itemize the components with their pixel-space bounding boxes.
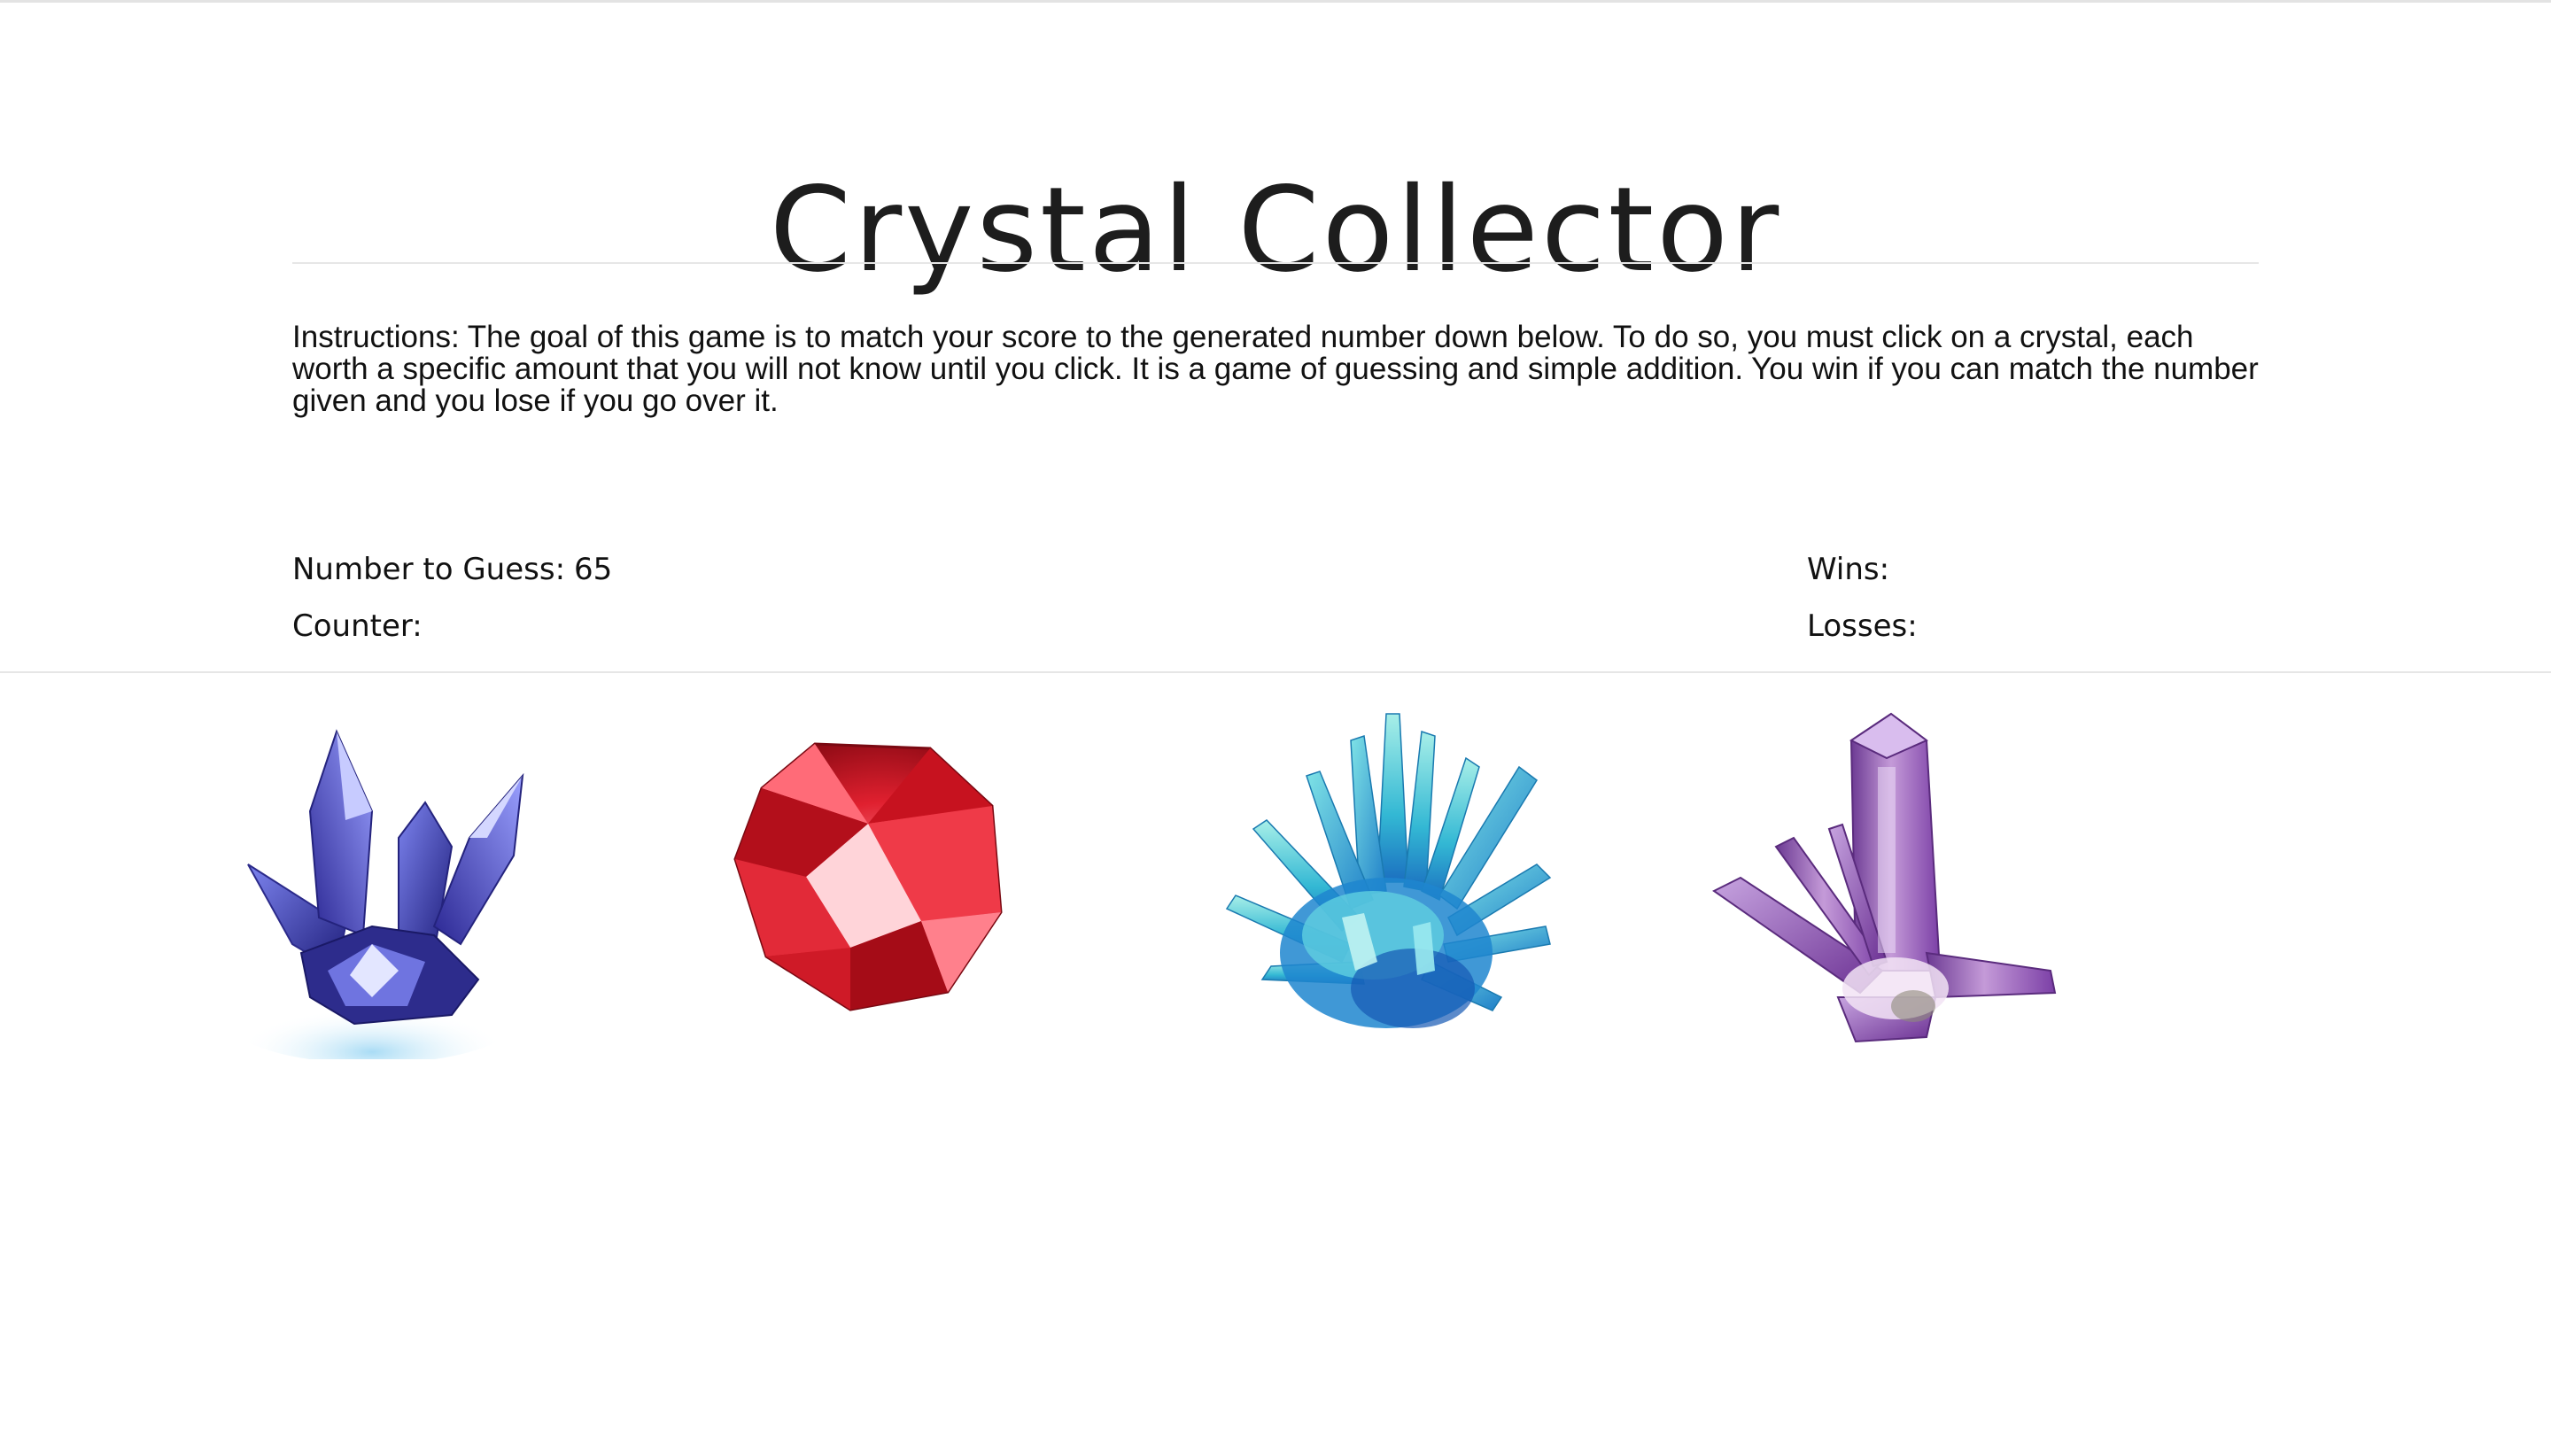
losses: Losses: <box>1807 611 1927 641</box>
red-gem-button[interactable] <box>717 726 1019 1027</box>
counter: Counter: <box>292 611 431 641</box>
blue-crystal-icon <box>221 729 524 1059</box>
title-divider <box>292 262 2259 264</box>
red-gem-icon <box>733 742 1003 1011</box>
cyan-crystal-button[interactable] <box>1209 705 1563 1059</box>
wins: Wins: <box>1807 554 1898 585</box>
number-to-guess-value: 65 <box>574 552 613 587</box>
purple-crystal-button[interactable] <box>1705 705 2068 1059</box>
top-rule <box>0 0 2551 3</box>
number-to-guess: Number to Guess: 65 <box>292 554 612 585</box>
losses-label: Losses: <box>1807 608 1918 644</box>
purple-crystal-icon <box>1712 712 2057 1043</box>
cyan-crystal-icon <box>1225 713 1552 1028</box>
instructions-text: Instructions: The goal of this game is t… <box>292 320 2259 418</box>
page-title: Crystal Collector <box>769 162 1782 299</box>
wins-label: Wins: <box>1807 552 1890 587</box>
number-to-guess-label: Number to Guess: <box>292 552 566 587</box>
crystal-area-divider <box>0 671 2551 673</box>
counter-label: Counter: <box>292 608 423 644</box>
blue-crystal-button[interactable] <box>195 705 549 1059</box>
